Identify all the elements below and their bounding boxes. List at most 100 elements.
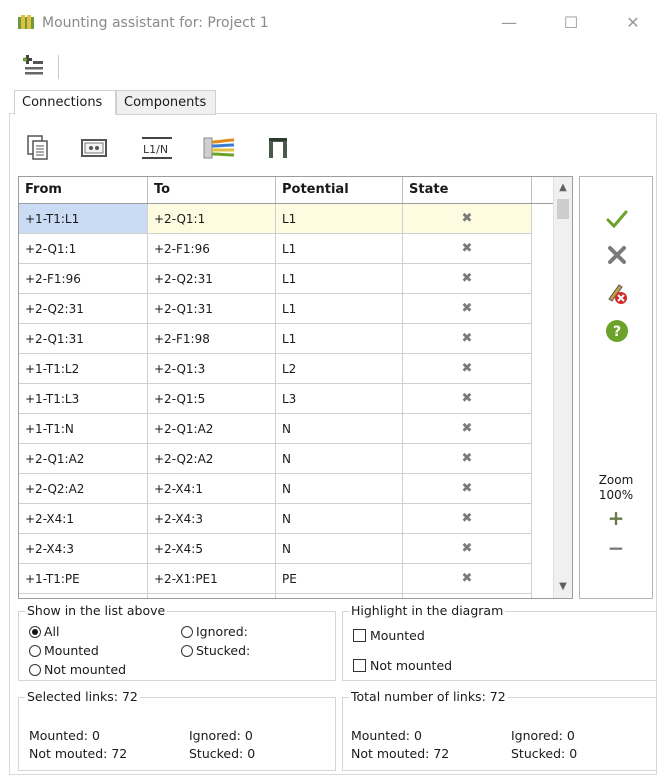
state-not-mounted-icon[interactable]: ✖ [403, 384, 532, 414]
device-tag-icon[interactable] [80, 134, 108, 162]
cell-to[interactable]: +2-Q3:2 [148, 594, 276, 598]
minimize-button[interactable]: — [494, 10, 524, 36]
table-row[interactable]: +1-T1:L1 +2-Q1:1 L1 ✖ [19, 204, 553, 234]
cable-colors-icon[interactable] [202, 134, 236, 162]
state-not-mounted-icon[interactable]: ✖ [403, 234, 532, 264]
checkbox-highlight-mounted[interactable]: Mounted [353, 628, 425, 643]
tab-connections[interactable]: Connections [14, 90, 116, 115]
cell-to[interactable]: +2-F1:96 [148, 234, 276, 264]
cell-to[interactable]: +2-X4:5 [148, 534, 276, 564]
cell-from[interactable]: +2-Q1:1 [19, 234, 148, 264]
tab-components[interactable]: Components [116, 90, 216, 115]
edit-delete-icon[interactable] [605, 281, 629, 305]
table-row[interactable]: +2-Q1:A2 +2-Q2:A2 N ✖ [19, 444, 553, 474]
mark-not-mounted-icon[interactable] [605, 243, 629, 267]
cell-potential[interactable]: L1 [276, 234, 403, 264]
cell-to[interactable]: +2-X1:PE1 [148, 564, 276, 594]
cell-from[interactable]: +2-Q2:31 [19, 294, 148, 324]
column-header-potential[interactable]: Potential [276, 177, 403, 203]
cell-to[interactable]: +2-Q1:31 [148, 294, 276, 324]
state-not-mounted-icon[interactable]: ✖ [403, 414, 532, 444]
cell-potential[interactable] [276, 594, 403, 598]
cell-to[interactable]: +2-X4:1 [148, 474, 276, 504]
vertical-scrollbar[interactable]: ▲ ▼ [553, 177, 572, 598]
state-not-mounted-icon[interactable]: ✖ [403, 294, 532, 324]
cell-to[interactable]: +2-X4:3 [148, 504, 276, 534]
cell-potential[interactable]: N [276, 474, 403, 504]
maximize-button[interactable]: ☐ [556, 10, 586, 36]
state-not-mounted-icon[interactable]: ✖ [403, 534, 532, 564]
cell-potential[interactable]: L1 [276, 264, 403, 294]
cell-to[interactable]: +2-Q1:5 [148, 384, 276, 414]
cell-from[interactable]: +2-Q1:A2 [19, 444, 148, 474]
cell-from[interactable]: +5-M1:U [19, 594, 148, 598]
cell-from[interactable]: +1-T1:L1 [19, 204, 148, 234]
cell-to[interactable]: +2-F1:98 [148, 324, 276, 354]
check-mounted-icon[interactable] [605, 207, 629, 231]
cell-potential[interactable]: N [276, 534, 403, 564]
state-not-mounted-icon[interactable]: ✖ [403, 474, 532, 504]
terminal-icon[interactable] [264, 134, 292, 162]
column-header-from[interactable]: From [19, 177, 148, 203]
cell-to[interactable]: +2-Q2:31 [148, 264, 276, 294]
cell-from[interactable]: +2-Q2:A2 [19, 474, 148, 504]
table-row[interactable]: +2-Q1:1 +2-F1:96 L1 ✖ [19, 234, 553, 264]
cell-potential[interactable]: L2 [276, 354, 403, 384]
close-button[interactable]: ✕ [618, 10, 648, 36]
state-not-mounted-icon[interactable]: ✖ [403, 204, 532, 234]
table-row[interactable]: +1-T1:PE +2-X1:PE1 PE ✖ [19, 564, 553, 594]
state-not-mounted-icon[interactable]: ✖ [403, 324, 532, 354]
cell-from[interactable]: +1-T1:N [19, 414, 148, 444]
radio-all[interactable]: All [29, 624, 60, 639]
cell-potential[interactable]: L3 [276, 384, 403, 414]
help-icon[interactable]: ? [605, 319, 629, 343]
cell-from[interactable]: +2-X4:1 [19, 504, 148, 534]
scroll-down-arrow[interactable]: ▼ [554, 578, 572, 596]
table-row[interactable]: +1-T1:L3 +2-Q1:5 L3 ✖ [19, 384, 553, 414]
cell-to[interactable]: +2-Q2:A2 [148, 444, 276, 474]
cell-from[interactable]: +2-F1:96 [19, 264, 148, 294]
table-row[interactable]: +5-M1:U+2-Q3:2 ✖ [19, 594, 553, 598]
scroll-up-arrow[interactable]: ▲ [554, 179, 572, 197]
zoom-in-button[interactable]: + [580, 508, 652, 528]
cell-to[interactable]: +2-Q1:3 [148, 354, 276, 384]
cell-from[interactable]: +2-X4:3 [19, 534, 148, 564]
table-row[interactable]: +1-T1:N +2-Q1:A2 N ✖ [19, 414, 553, 444]
cell-from[interactable]: +1-T1:L2 [19, 354, 148, 384]
state-not-mounted-icon[interactable]: ✖ [403, 354, 532, 384]
cell-from[interactable]: +1-T1:PE [19, 564, 148, 594]
table-row[interactable]: +2-Q2:A2 +2-X4:1 N ✖ [19, 474, 553, 504]
state-not-mounted-icon[interactable]: ✖ [403, 564, 532, 594]
cell-potential[interactable]: L1 [276, 294, 403, 324]
cell-potential[interactable]: L1 [276, 204, 403, 234]
zoom-out-button[interactable]: − [580, 538, 652, 558]
cell-from[interactable]: +1-T1:L3 [19, 384, 148, 414]
cell-potential[interactable]: L1 [276, 324, 403, 354]
state-not-mounted-icon[interactable]: ✖ [403, 264, 532, 294]
state-not-mounted-icon[interactable]: ✖ [403, 504, 532, 534]
cell-potential[interactable]: PE [276, 564, 403, 594]
state-not-mounted-icon[interactable]: ✖ [403, 594, 532, 598]
copy-document-icon[interactable] [24, 134, 52, 162]
state-not-mounted-icon[interactable]: ✖ [403, 444, 532, 474]
radio-ignored[interactable]: Ignored: [181, 624, 248, 639]
table-row[interactable]: +2-Q1:31 +2-F1:98 L1 ✖ [19, 324, 553, 354]
cell-potential[interactable]: N [276, 504, 403, 534]
scroll-thumb[interactable] [557, 199, 569, 219]
table-row[interactable]: +2-X4:1 +2-X4:3 N ✖ [19, 504, 553, 534]
column-header-to[interactable]: To [148, 177, 276, 203]
checkbox-highlight-not-mounted[interactable]: Not mounted [353, 658, 452, 673]
radio-stucked[interactable]: Stucked: [181, 643, 250, 658]
cell-potential[interactable]: N [276, 444, 403, 474]
column-header-state[interactable]: State [403, 177, 532, 203]
table-row[interactable]: +2-F1:96 +2-Q2:31 L1 ✖ [19, 264, 553, 294]
cell-potential[interactable]: N [276, 414, 403, 444]
table-row[interactable]: +2-Q2:31 +2-Q1:31 L1 ✖ [19, 294, 553, 324]
cell-from[interactable]: +2-Q1:31 [19, 324, 148, 354]
potential-l1n-icon[interactable]: L1/N [140, 134, 174, 162]
cell-to[interactable]: +2-Q1:A2 [148, 414, 276, 444]
radio-mounted[interactable]: Mounted [29, 643, 99, 658]
radio-not-mounted[interactable]: Not mounted [29, 662, 126, 677]
table-row[interactable]: +1-T1:L2 +2-Q1:3 L2 ✖ [19, 354, 553, 384]
tree-toggle-icon[interactable] [22, 55, 44, 77]
